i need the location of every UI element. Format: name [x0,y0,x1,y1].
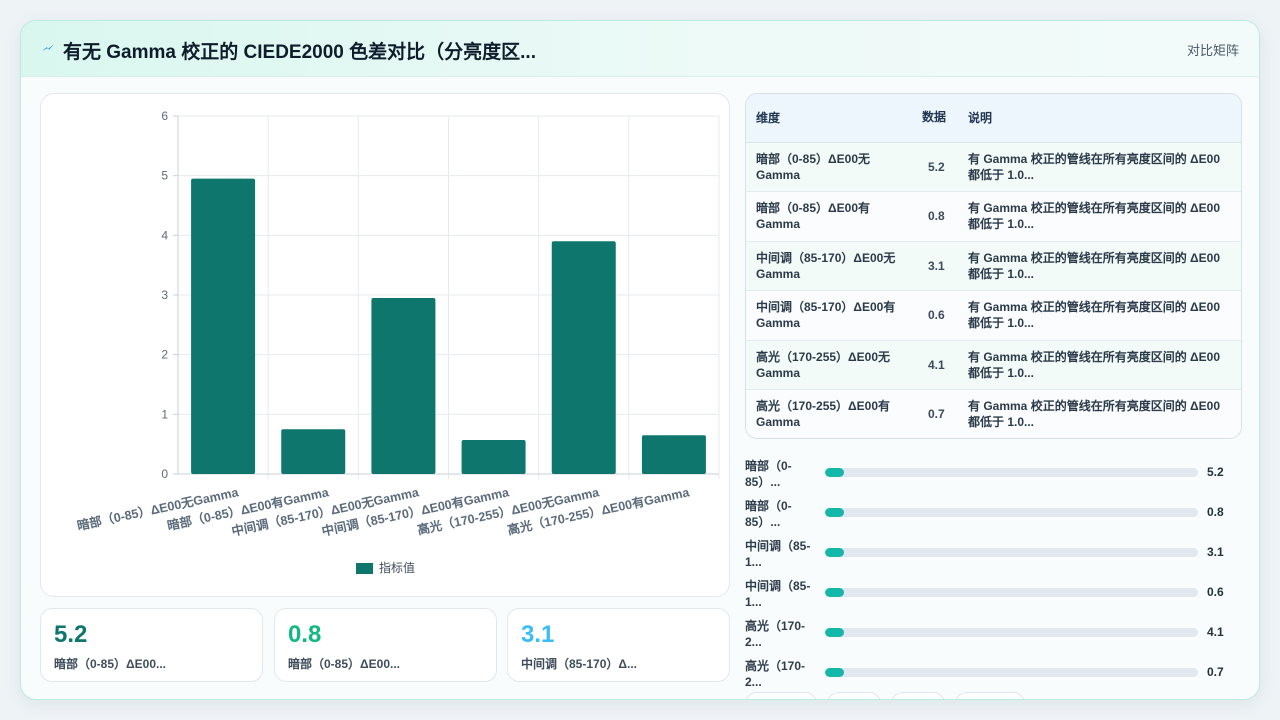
table-row: 暗部（0-85）ΔE00有Gamma 0.8 有 Gamma 校正的管线在所有亮度区… [746,191,1241,242]
table-cell-data: 0.7 [918,389,958,438]
progress-track [825,508,1198,517]
stat-value: 0.8 [288,621,322,648]
stat-card-1: 5.2 暗部（0-85）ΔE00... [40,608,263,682]
table-cell-dimension: 暗部（0-85）ΔE00有Gamma [746,191,918,242]
table-cell-data: 5.2 [918,142,958,192]
progress-row: 中间调（85-1... 3.1 [745,534,1245,574]
table-header-description: 说明 [958,94,1241,143]
stat-label: 暗部（0-85）ΔE00... [288,657,400,671]
legend-swatch [356,563,373,574]
y-tick-label: 5 [161,169,168,183]
progress-value: 0.8 [1207,505,1224,519]
progress-track [825,548,1198,557]
stat-value: 5.2 [54,621,88,648]
progress-value: 0.7 [1207,665,1224,679]
progress-row: 暗部（0-85）... 5.2 [745,454,1245,494]
bar [641,435,706,474]
progress-track [825,628,1198,637]
legend-label: 指标值 [379,560,415,575]
table-cell-description: 有 Gamma 校正的管线在所有亮度区间的 ΔE00 都低于 1.0... [958,142,1241,192]
progress-fill [825,468,844,477]
chip[interactable] [745,692,817,699]
bar [551,241,616,474]
y-tick-label: 0 [161,467,168,481]
stat-card-3: 3.1 中间调（85-170）Δ... [507,608,730,682]
progress-label: 中间调（85-1... [745,539,811,569]
progress-list: 暗部（0-85）... 5.2 暗部（0-85）... 0.8 中间调（85-1... 3… [745,454,1245,694]
progress-fill [825,508,844,517]
table-row: 暗部（0-85）ΔE00无Gamma 5.2 有 Gamma 校正的管线在所有亮度区… [746,142,1241,192]
progress-label: 中间调（85-1... [745,579,811,609]
progress-value: 5.2 [1207,465,1224,479]
lightning-icon [42,44,54,51]
table-cell-dimension: 暗部（0-85）ΔE00无Gamma [746,142,918,192]
dashboard-card: 有无 Gamma 校正的 CIEDE2000 色差对比（分亮度区... 对比矩阵… [20,20,1260,700]
progress-row: 高光（170-2... 4.1 [745,614,1245,654]
progress-fill [825,588,844,597]
table-cell-dimension: 高光（170-255）ΔE00有Gamma [746,389,918,438]
bar [371,297,436,474]
progress-row: 高光（170-2... 0.7 [745,654,1245,694]
card-header: 有无 Gamma 校正的 CIEDE2000 色差对比（分亮度区... 对比矩阵 [21,21,1259,77]
progress-row: 暗部（0-85）... 0.8 [745,494,1245,534]
table-cell-dimension: 高光（170-255）ΔE00无Gamma [746,340,918,390]
y-tick-label: 1 [161,407,168,421]
table-cell-data: 0.6 [918,290,958,341]
compare-matrix-link[interactable]: 对比矩阵 [1187,40,1239,59]
page-title: 有无 Gamma 校正的 CIEDE2000 色差对比（分亮度区... [63,42,536,63]
stat-label: 暗部（0-85）ΔE00... [54,657,166,671]
table-cell-description: 有 Gamma 校正的管线在所有亮度区间的 ΔE00 都低于 1.0... [958,290,1241,341]
table-cell-description: 有 Gamma 校正的管线在所有亮度区间的 ΔE00 都低于 1.0... [958,340,1241,390]
progress-value: 0.6 [1207,585,1224,599]
progress-fill [825,548,844,557]
progress-label: 暗部（0-85）... [745,459,792,489]
table-row: 中间调（85-170）ΔE00有Gamma 0.6 有 Gamma 校正的管线在所有… [746,290,1241,341]
stat-card-2: 0.8 暗部（0-85）ΔE00... [274,608,497,682]
progress-track [825,668,1198,677]
progress-fill [825,668,844,677]
progress-label: 暗部（0-85）... [745,499,792,529]
chip[interactable] [891,692,945,699]
table-cell-dimension: 中间调（85-170）ΔE00有Gamma [746,290,918,341]
table-cell-description: 有 Gamma 校正的管线在所有亮度区间的 ΔE00 都低于 1.0... [958,191,1241,242]
chip[interactable] [827,692,881,699]
bar [281,429,346,474]
bar [461,439,526,474]
table-cell-data: 4.1 [918,340,958,390]
progress-track [825,588,1198,597]
y-tick-label: 3 [161,288,168,302]
progress-value: 3.1 [1207,545,1224,559]
table-cell-dimension: 中间调（85-170）ΔE00无Gamma [746,241,918,291]
y-tick-label: 2 [161,348,168,362]
bar-chart-panel: 0 1 2 3 4 5 6 暗部（0-85）ΔE00无Gamma 暗部（0-85）ΔE00有Ga… [40,93,730,597]
chip[interactable] [955,692,1025,699]
bar-chart: 0123456暗部（0-85）ΔE00无Gamma暗部（0-85）ΔE00有Ga… [76,109,720,575]
table-cell-data: 3.1 [918,241,958,291]
bar [191,178,256,474]
y-tick-label: 6 [161,109,168,123]
table-row: 高光（170-255）ΔE00有Gamma 0.7 有 Gamma 校正的管线在所有… [746,389,1241,438]
table-header-data: 数据 [918,94,958,143]
progress-value: 4.1 [1207,625,1224,639]
table-row: 高光（170-255）ΔE00无Gamma 4.1 有 Gamma 校正的管线在所有… [746,340,1241,390]
y-tick-label: 4 [161,228,168,242]
progress-label: 高光（170-2... [745,619,806,649]
comparison-table: 维度 数据 说明 暗部（0-85）ΔE00无Gamma 5.2 有 Gamma 校正… [745,93,1242,439]
table-cell-data: 0.8 [918,191,958,242]
progress-track [825,468,1198,477]
table-row: 中间调（85-170）ΔE00无Gamma 3.1 有 Gamma 校正的管线在所有… [746,241,1241,291]
progress-fill [825,628,844,637]
table-header-dimension: 维度 [746,94,918,143]
table-cell-description: 有 Gamma 校正的管线在所有亮度区间的 ΔE00 都低于 1.0... [958,389,1241,438]
stat-label: 中间调（85-170）Δ... [521,657,637,671]
progress-label: 高光（170-2... [745,659,806,689]
stat-value: 3.1 [521,621,555,648]
table-cell-description: 有 Gamma 校正的管线在所有亮度区间的 ΔE00 都低于 1.0... [958,241,1241,291]
progress-row: 中间调（85-1... 0.6 [745,574,1245,614]
